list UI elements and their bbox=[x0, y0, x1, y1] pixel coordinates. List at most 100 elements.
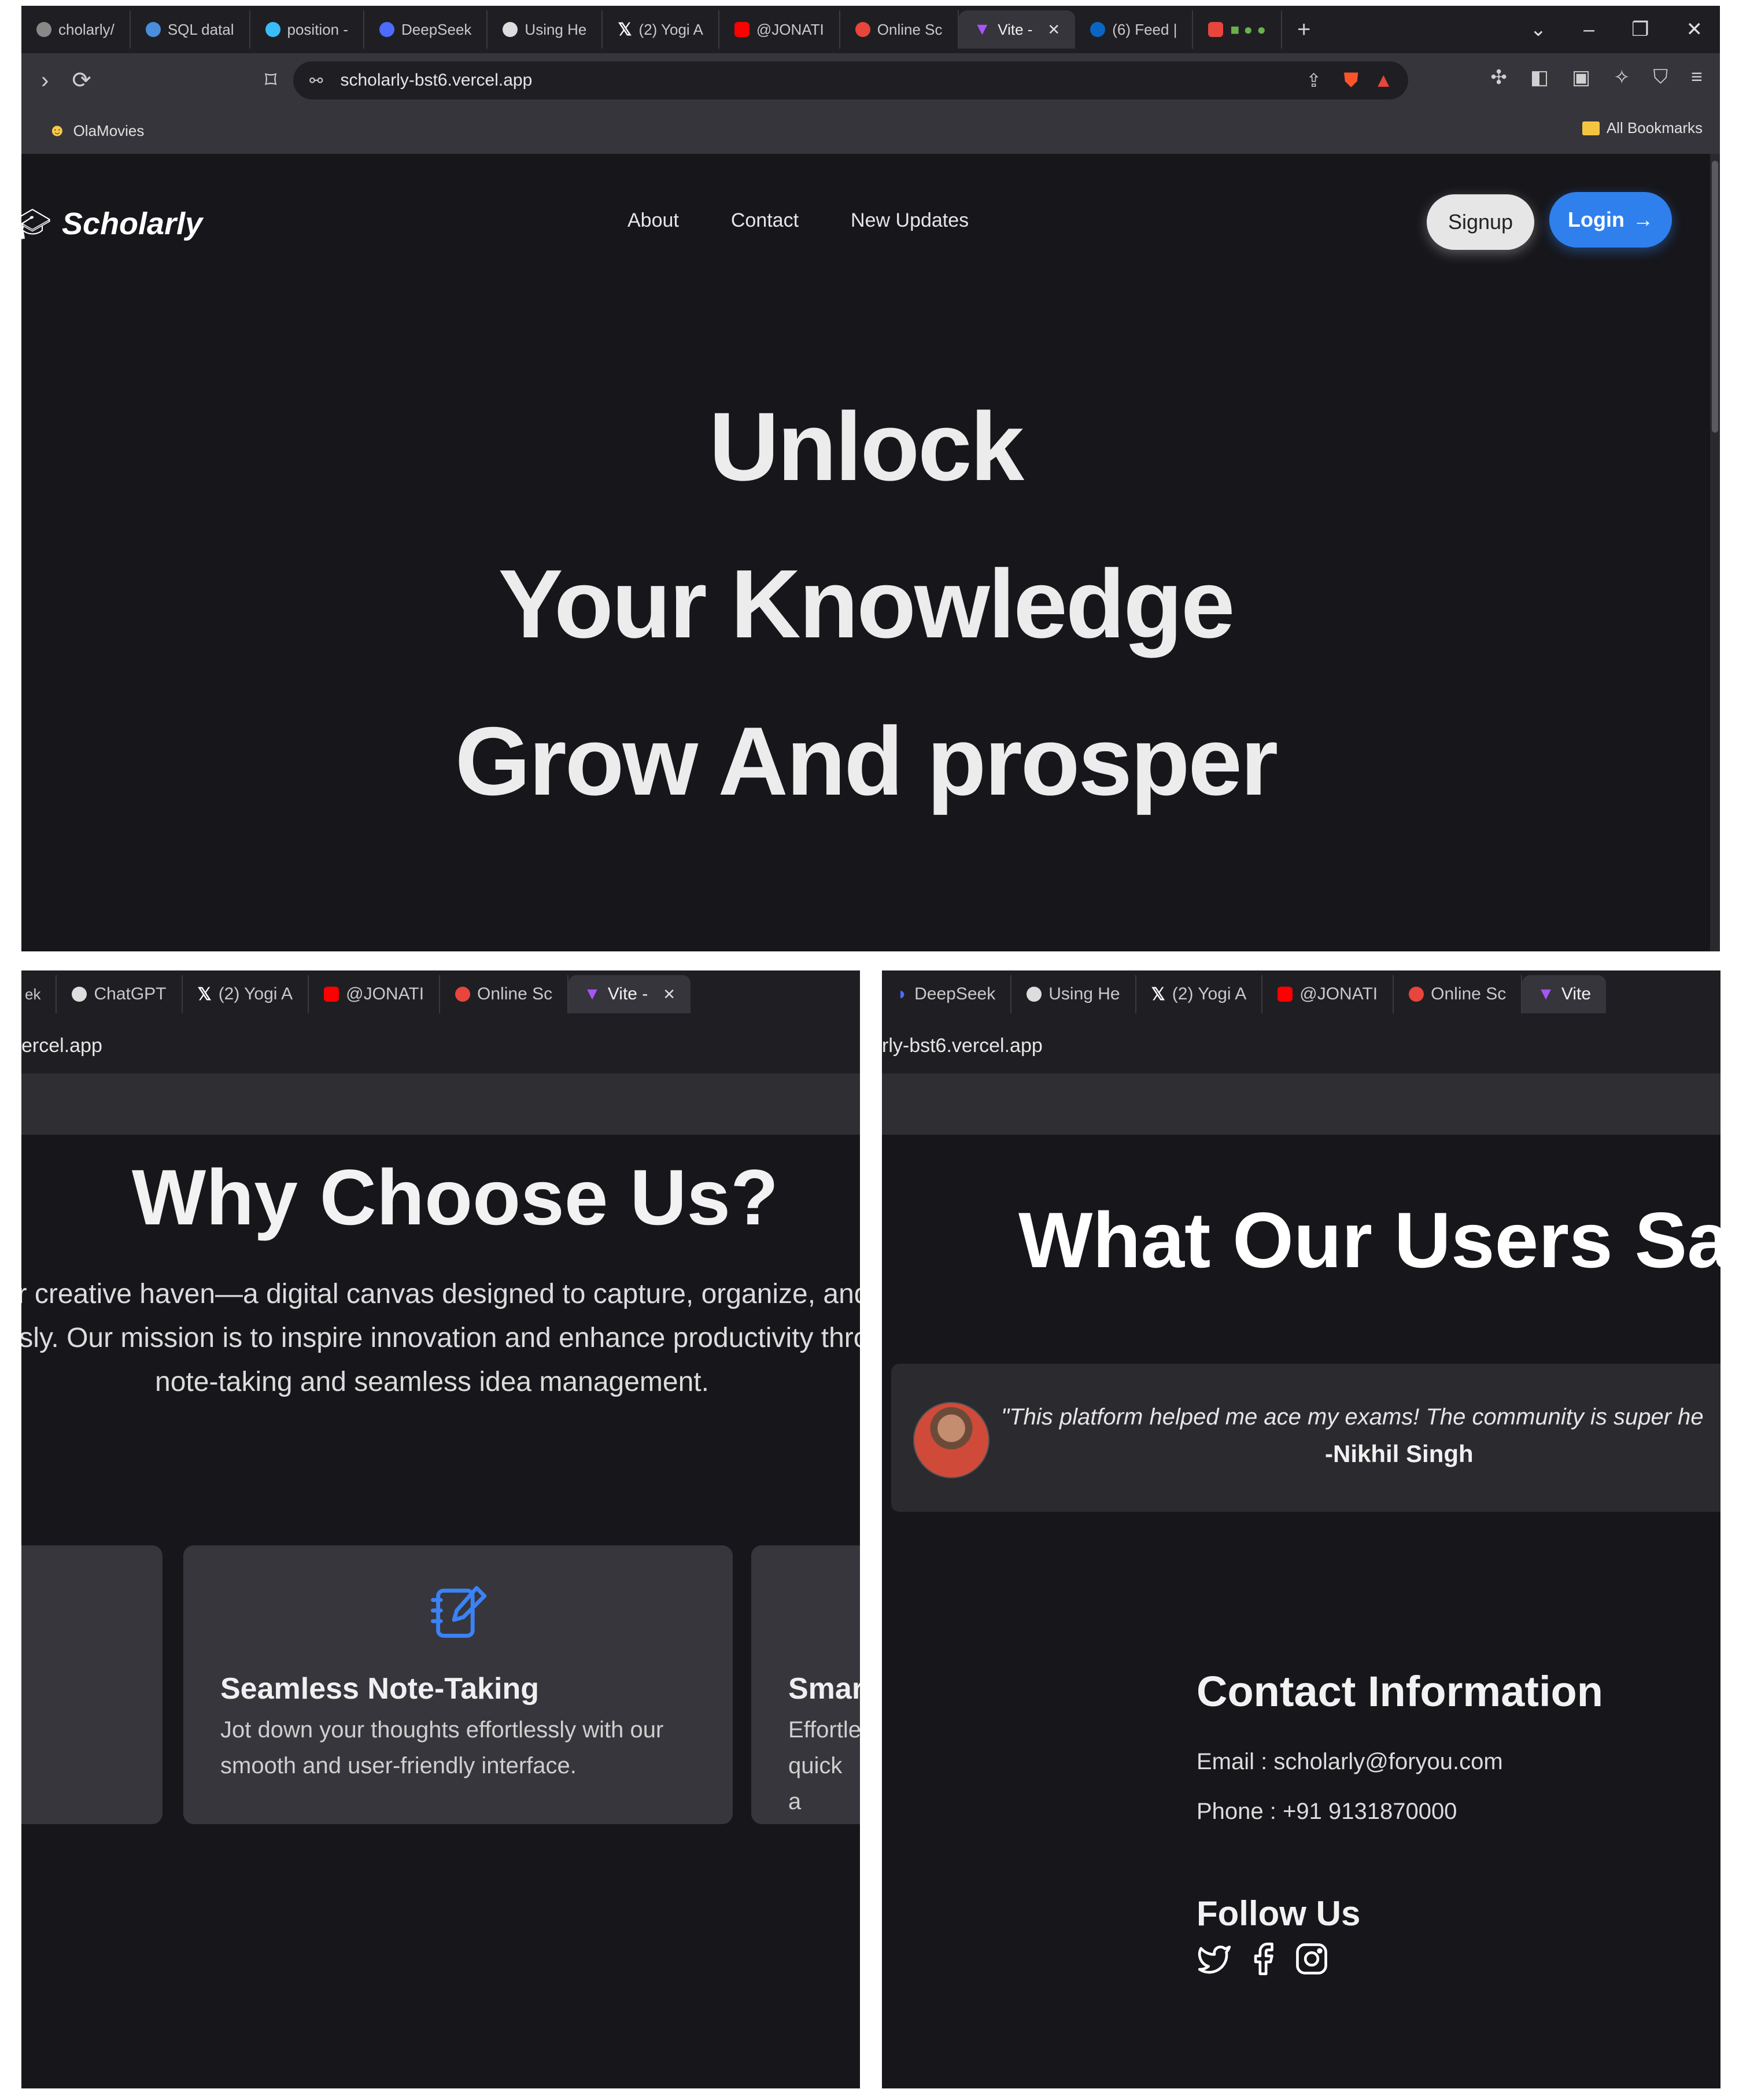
site-settings-icon[interactable]: ⚯ bbox=[309, 71, 323, 90]
close-tab-icon[interactable]: ✕ bbox=[663, 986, 675, 1003]
browser-tab-active[interactable]: ▼ Vite - ✕ bbox=[568, 975, 691, 1013]
browser-tab[interactable]: DeepSeek bbox=[364, 10, 488, 49]
section-title: Why Choose Us? bbox=[131, 1153, 779, 1241]
feature-card-note-taking: Seamless Note-Taking Jot down your thoug… bbox=[183, 1545, 733, 1824]
browser-tab-active[interactable]: ▼ Vite bbox=[1522, 975, 1607, 1013]
browser-tab[interactable]: ChatGPT bbox=[57, 975, 183, 1013]
browser-tab[interactable]: SQL datal bbox=[131, 10, 250, 49]
reload-icon[interactable]: ⟳ bbox=[72, 67, 91, 94]
folder-icon bbox=[1582, 121, 1600, 135]
card-description: Jot down your thoughts effortlessly with… bbox=[220, 1717, 664, 1778]
browser-tab[interactable]: position - bbox=[250, 10, 364, 49]
screenshot-testimonials-contact: ◗ DeepSeek Using He 𝕏 (2) Yogi A @JONATI O… bbox=[882, 970, 1720, 2088]
scrollbar-thumb[interactable] bbox=[1712, 161, 1718, 433]
tab-label: position - bbox=[287, 20, 349, 38]
card-description: Effortle quick a bbox=[788, 1717, 860, 1814]
browser-tab[interactable]: ek bbox=[21, 975, 57, 1013]
new-tab-button[interactable]: + bbox=[1282, 17, 1326, 43]
youtube-icon bbox=[1278, 987, 1293, 1002]
facebook-icon[interactable] bbox=[1245, 1941, 1281, 1977]
nav-about[interactable]: About bbox=[627, 209, 679, 232]
bookmark-item[interactable]: ☻ OlaMovies bbox=[48, 121, 144, 141]
extensions-icon[interactable]: ✣ bbox=[1490, 66, 1507, 89]
browser-tab-strip: ek ChatGPT 𝕏 (2) Yogi A @JONATI Online Sc… bbox=[21, 970, 860, 1018]
browser-tab-strip: ◗ DeepSeek Using He 𝕏 (2) Yogi A @JONATI O… bbox=[882, 970, 1720, 1018]
brave-shield-icon[interactable]: ⛊ bbox=[1344, 69, 1359, 92]
tab-label: Vite - bbox=[607, 984, 648, 1003]
youtube-icon bbox=[734, 22, 749, 37]
tab-label: (6) Feed | bbox=[1112, 20, 1177, 38]
contact-email: Email : scholarly@foryou.com bbox=[1197, 1749, 1503, 1774]
url-text: ercel.app bbox=[21, 1034, 102, 1057]
close-tab-icon[interactable]: ✕ bbox=[1047, 21, 1060, 39]
follow-us-title: Follow Us bbox=[1197, 1894, 1361, 1933]
twitter-icon[interactable] bbox=[1197, 1941, 1232, 1977]
tab-label: @JONATI bbox=[346, 984, 424, 1003]
tab-label: Online Sc bbox=[477, 984, 553, 1003]
hero-heading: Unlock Your Knowledge Grow And prosper bbox=[21, 368, 1710, 840]
bookmarks-bar: ☻ OlaMovies All Bookmarks bbox=[21, 108, 1720, 154]
instagram-icon[interactable] bbox=[1294, 1941, 1330, 1977]
minimize-icon[interactable]: – bbox=[1583, 19, 1594, 41]
browser-tab-active[interactable]: ▼ Vite - ✕ bbox=[958, 10, 1076, 49]
card-title: Seamless Note-Taking bbox=[220, 1672, 540, 1706]
signup-label: Signup bbox=[1448, 210, 1513, 234]
browser-tab[interactable]: 𝕏 (2) Yogi A bbox=[603, 10, 719, 49]
tab-favicon-icon bbox=[1208, 22, 1224, 37]
feature-card bbox=[21, 1545, 163, 1824]
browser-tab[interactable]: @JONATI bbox=[1262, 975, 1394, 1013]
browser-tab[interactable]: Using He bbox=[488, 10, 603, 49]
url-bar[interactable]: ⚯ scholarly-bst6.vercel.app ⇪ ⛊ ▲ bbox=[293, 61, 1408, 99]
nav-new-updates[interactable]: New Updates bbox=[851, 209, 969, 232]
why-choose-us-section: Why Choose Us? Scholarly is your creativ… bbox=[21, 1135, 860, 2088]
vite-logo-icon: ▼ bbox=[584, 984, 601, 1003]
testimonials-section: What Our Users Sa "This platform helped … bbox=[882, 1135, 1720, 2088]
extension-toolbar: ✣ ◧ ▣ ✧ ⛉ ≡ bbox=[1490, 66, 1703, 89]
wallet-icon[interactable]: ▣ bbox=[1572, 66, 1590, 89]
browser-tab[interactable]: Using He bbox=[1011, 975, 1136, 1013]
address-bar-row[interactable]: rly-bst6.vercel.app bbox=[882, 1018, 1720, 1073]
forward-icon[interactable]: › bbox=[41, 68, 49, 94]
bookmark-icon[interactable]: ⌑ bbox=[265, 67, 277, 94]
vite-logo-icon: ▼ bbox=[1537, 984, 1555, 1003]
browser-tab[interactable]: 𝕏 (2) Yogi A bbox=[1136, 975, 1263, 1013]
browser-tab[interactable]: Online Sc bbox=[1394, 975, 1523, 1013]
site-header-band bbox=[882, 1073, 1720, 1135]
vpn-icon[interactable]: ⛉ bbox=[1653, 66, 1668, 89]
all-bookmarks[interactable]: All Bookmarks bbox=[1582, 119, 1703, 137]
browser-tab[interactable]: @JONATI bbox=[719, 10, 840, 49]
browser-tab[interactable]: Online Sc bbox=[440, 975, 569, 1013]
browser-tab[interactable]: ◗ DeepSeek bbox=[882, 975, 1012, 1013]
tab-favicon-icon bbox=[855, 22, 870, 37]
browser-tab[interactable]: ■ ● ● bbox=[1193, 10, 1283, 49]
nav-contact[interactable]: Contact bbox=[731, 209, 799, 232]
tab-label: (2) Yogi A bbox=[218, 984, 293, 1003]
login-label: Login bbox=[1568, 208, 1624, 231]
testimonial-author: -Nikhil Singh bbox=[1325, 1440, 1474, 1467]
close-window-icon[interactable]: ✕ bbox=[1686, 18, 1703, 41]
signup-button[interactable]: Signup bbox=[1427, 194, 1534, 250]
browser-tab[interactable]: cholarly/ bbox=[21, 10, 131, 49]
testimonial-quote: "This platform helped me ace my exams! T… bbox=[1001, 1404, 1704, 1430]
bookmark-label: OlaMovies bbox=[73, 121, 145, 139]
share-icon[interactable]: ⇪ bbox=[1306, 69, 1321, 91]
browser-tab[interactable]: (6) Feed | bbox=[1075, 10, 1194, 49]
restore-icon[interactable]: ❐ bbox=[1631, 18, 1649, 41]
avatar bbox=[913, 1402, 990, 1478]
tab-label: ek bbox=[25, 985, 41, 1003]
screenshot-why-choose-us: ek ChatGPT 𝕏 (2) Yogi A @JONATI Online Sc… bbox=[21, 970, 860, 2088]
menu-icon[interactable]: ≡ bbox=[1691, 66, 1703, 89]
login-button[interactable]: Login → bbox=[1549, 192, 1672, 248]
sidebar-icon[interactable]: ◧ bbox=[1530, 66, 1549, 89]
homepage-viewport: 🎓︎ Scholarly About Contact New Updates S… bbox=[21, 154, 1710, 951]
leo-ai-icon[interactable]: ✧ bbox=[1614, 66, 1630, 89]
chevron-down-icon[interactable]: ⌄ bbox=[1530, 18, 1547, 41]
contact-phone: Phone : +91 9131870000 bbox=[1197, 1799, 1457, 1824]
brave-rewards-icon[interactable]: ▲ bbox=[1374, 69, 1393, 92]
site-header-band bbox=[21, 1073, 860, 1135]
site-logo[interactable]: 🎓︎ Scholarly bbox=[21, 206, 202, 242]
browser-tab[interactable]: Online Sc bbox=[840, 10, 959, 49]
browser-tab[interactable]: 𝕏 (2) Yogi A bbox=[183, 975, 309, 1013]
browser-tab[interactable]: @JONATI bbox=[309, 975, 441, 1013]
address-bar-row[interactable]: ercel.app bbox=[21, 1018, 860, 1073]
